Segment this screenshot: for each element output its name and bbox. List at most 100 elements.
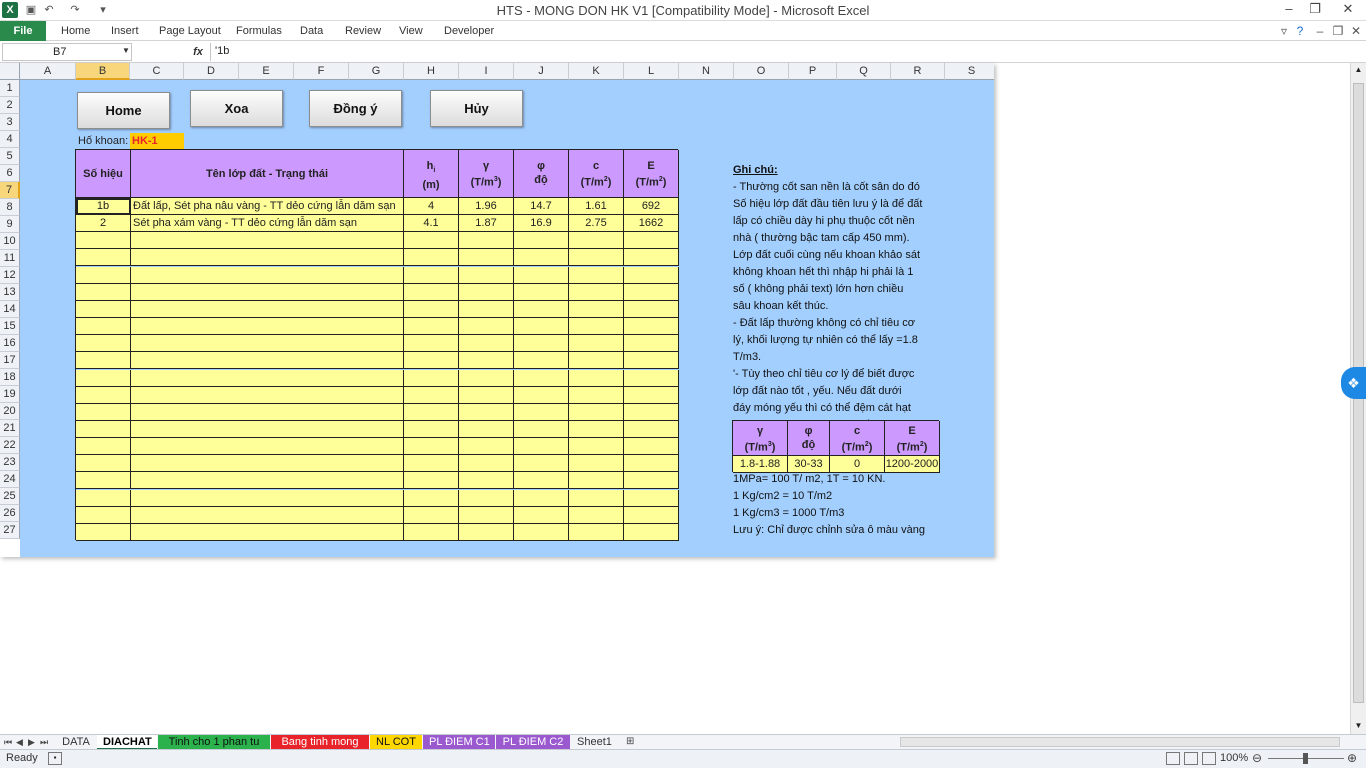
normal-view-icon[interactable] <box>1166 752 1180 765</box>
row-header-25[interactable]: 25 <box>0 488 20 505</box>
row-header-23[interactable]: 23 <box>0 454 20 471</box>
soil-cell-h[interactable] <box>404 403 459 421</box>
soil-cell-ten[interactable] <box>131 232 404 250</box>
soil-cell-h[interactable] <box>404 266 459 284</box>
soil-cell-phi[interactable] <box>514 300 569 318</box>
soil-cell-h[interactable] <box>404 300 459 318</box>
soil-cell-c[interactable] <box>569 455 624 473</box>
row-header-8[interactable]: 8 <box>0 199 20 216</box>
tab-review[interactable]: Review <box>345 21 381 41</box>
row-header-1[interactable]: 1 <box>0 80 20 97</box>
column-header-d[interactable]: D <box>184 63 239 80</box>
soil-cell-e[interactable] <box>624 523 679 541</box>
soil-cell-e[interactable] <box>624 232 679 250</box>
sheet-tab-data[interactable]: DATA <box>56 735 96 750</box>
soil-cell-phi[interactable] <box>514 335 569 353</box>
tab-view[interactable]: View <box>399 21 423 41</box>
close-icon[interactable]: ✕ <box>1330 0 1366 20</box>
soil-cell-c[interactable] <box>569 386 624 404</box>
help-icon[interactable]: ? <box>1292 23 1308 39</box>
soil-cell-gamma[interactable] <box>459 523 514 541</box>
column-header-c[interactable]: C <box>130 63 184 80</box>
soil-cell-c[interactable] <box>569 283 624 301</box>
soil-cell-phi[interactable] <box>514 438 569 456</box>
soil-cell-c[interactable] <box>569 506 624 524</box>
soil-cell-ten[interactable] <box>131 472 404 490</box>
huy-button[interactable]: Hủy <box>430 90 523 127</box>
soil-cell-c[interactable] <box>569 420 624 438</box>
column-header-o[interactable]: O <box>734 63 789 80</box>
restore-icon[interactable]: ❐ <box>1302 0 1328 20</box>
soil-cell-h[interactable] <box>404 352 459 370</box>
soil-cell-gamma[interactable] <box>459 232 514 250</box>
column-header-i[interactable]: I <box>459 63 514 80</box>
borehole-value[interactable]: HK-1 <box>130 133 184 150</box>
soil-cell-phi[interactable] <box>514 266 569 284</box>
row-header-12[interactable]: 12 <box>0 267 20 284</box>
soil-cell-phi[interactable] <box>514 472 569 490</box>
name-box[interactable]: B7 <box>2 43 132 61</box>
tab-file[interactable]: File <box>0 21 46 41</box>
dong-y-button[interactable]: Đồng ý <box>309 90 402 127</box>
sheet-tab-pl-iem-c2[interactable]: PL ĐIEM C2 <box>496 735 570 750</box>
horizontal-scrollbar[interactable] <box>900 737 1340 747</box>
column-header-e[interactable]: E <box>239 63 294 80</box>
soil-cell-c[interactable] <box>569 266 624 284</box>
soil-cell-phi[interactable] <box>514 386 569 404</box>
soil-cell-c[interactable] <box>569 318 624 336</box>
formula-input[interactable]: '1b <box>210 43 1350 61</box>
soil-cell-c[interactable]: 1.61 <box>569 198 624 215</box>
soil-cell-h[interactable]: 4.1 <box>404 215 459 233</box>
soil-cell-so_hieu[interactable] <box>76 369 131 387</box>
soil-cell-h[interactable] <box>404 420 459 438</box>
soil-cell-gamma[interactable] <box>459 335 514 353</box>
soil-cell-so_hieu[interactable] <box>76 506 131 524</box>
soil-cell-ten[interactable] <box>131 335 404 353</box>
soil-cell-so_hieu[interactable] <box>76 232 131 250</box>
soil-cell-c[interactable] <box>569 489 624 507</box>
soil-cell-e[interactable] <box>624 506 679 524</box>
soil-cell-c[interactable] <box>569 472 624 490</box>
soil-cell-c[interactable] <box>569 523 624 541</box>
soil-cell-so_hieu[interactable] <box>76 335 131 353</box>
soil-cell-so_hieu[interactable] <box>76 352 131 370</box>
soil-cell-h[interactable] <box>404 283 459 301</box>
soil-cell-so_hieu[interactable]: 2 <box>76 215 131 233</box>
soil-cell-h[interactable] <box>404 335 459 353</box>
soil-cell-phi[interactable] <box>514 249 569 267</box>
soil-cell-e[interactable] <box>624 369 679 387</box>
soil-cell-ten[interactable] <box>131 266 404 284</box>
soil-cell-phi[interactable] <box>514 283 569 301</box>
soil-cell-c[interactable] <box>569 403 624 421</box>
soil-cell-gamma[interactable] <box>459 506 514 524</box>
tab-nav-prev-icon[interactable]: ◀ <box>16 735 23 749</box>
column-header-r[interactable]: R <box>891 63 945 80</box>
soil-cell-h[interactable]: 4 <box>404 198 459 215</box>
column-header-p[interactable]: P <box>789 63 837 80</box>
tab-data[interactable]: Data <box>300 21 323 41</box>
soil-cell-gamma[interactable] <box>459 352 514 370</box>
scroll-down-icon[interactable]: ▼ <box>1352 721 1365 731</box>
row-header-2[interactable]: 2 <box>0 97 20 114</box>
tab-nav-next-icon[interactable]: ▶ <box>28 735 35 749</box>
tab-nav-last-icon[interactable]: ⏭ <box>40 735 48 749</box>
soil-cell-ten[interactable]: Sét pha xám vàng - TT dẻo cứng lẫn dăm s… <box>131 215 404 233</box>
soil-cell-h[interactable] <box>404 489 459 507</box>
column-header-b[interactable]: B <box>76 63 130 80</box>
soil-cell-h[interactable] <box>404 472 459 490</box>
insert-function-icon[interactable]: fx <box>190 44 206 60</box>
soil-cell-e[interactable] <box>624 300 679 318</box>
soil-cell-c[interactable] <box>569 232 624 250</box>
soil-cell-gamma[interactable] <box>459 489 514 507</box>
soil-cell-phi[interactable]: 14.7 <box>514 198 569 215</box>
row-header-19[interactable]: 19 <box>0 386 20 403</box>
soil-cell-so_hieu[interactable] <box>76 386 131 404</box>
tab-developer[interactable]: Developer <box>444 21 494 41</box>
row-header-16[interactable]: 16 <box>0 335 20 352</box>
soil-cell-ten[interactable] <box>131 438 404 456</box>
workbook-minimize-icon[interactable]: – <box>1312 23 1328 39</box>
soil-cell-ten[interactable] <box>131 318 404 336</box>
workbook-close-icon[interactable]: ✕ <box>1348 23 1364 39</box>
soil-cell-so_hieu[interactable] <box>76 523 131 541</box>
row-header-11[interactable]: 11 <box>0 250 20 267</box>
